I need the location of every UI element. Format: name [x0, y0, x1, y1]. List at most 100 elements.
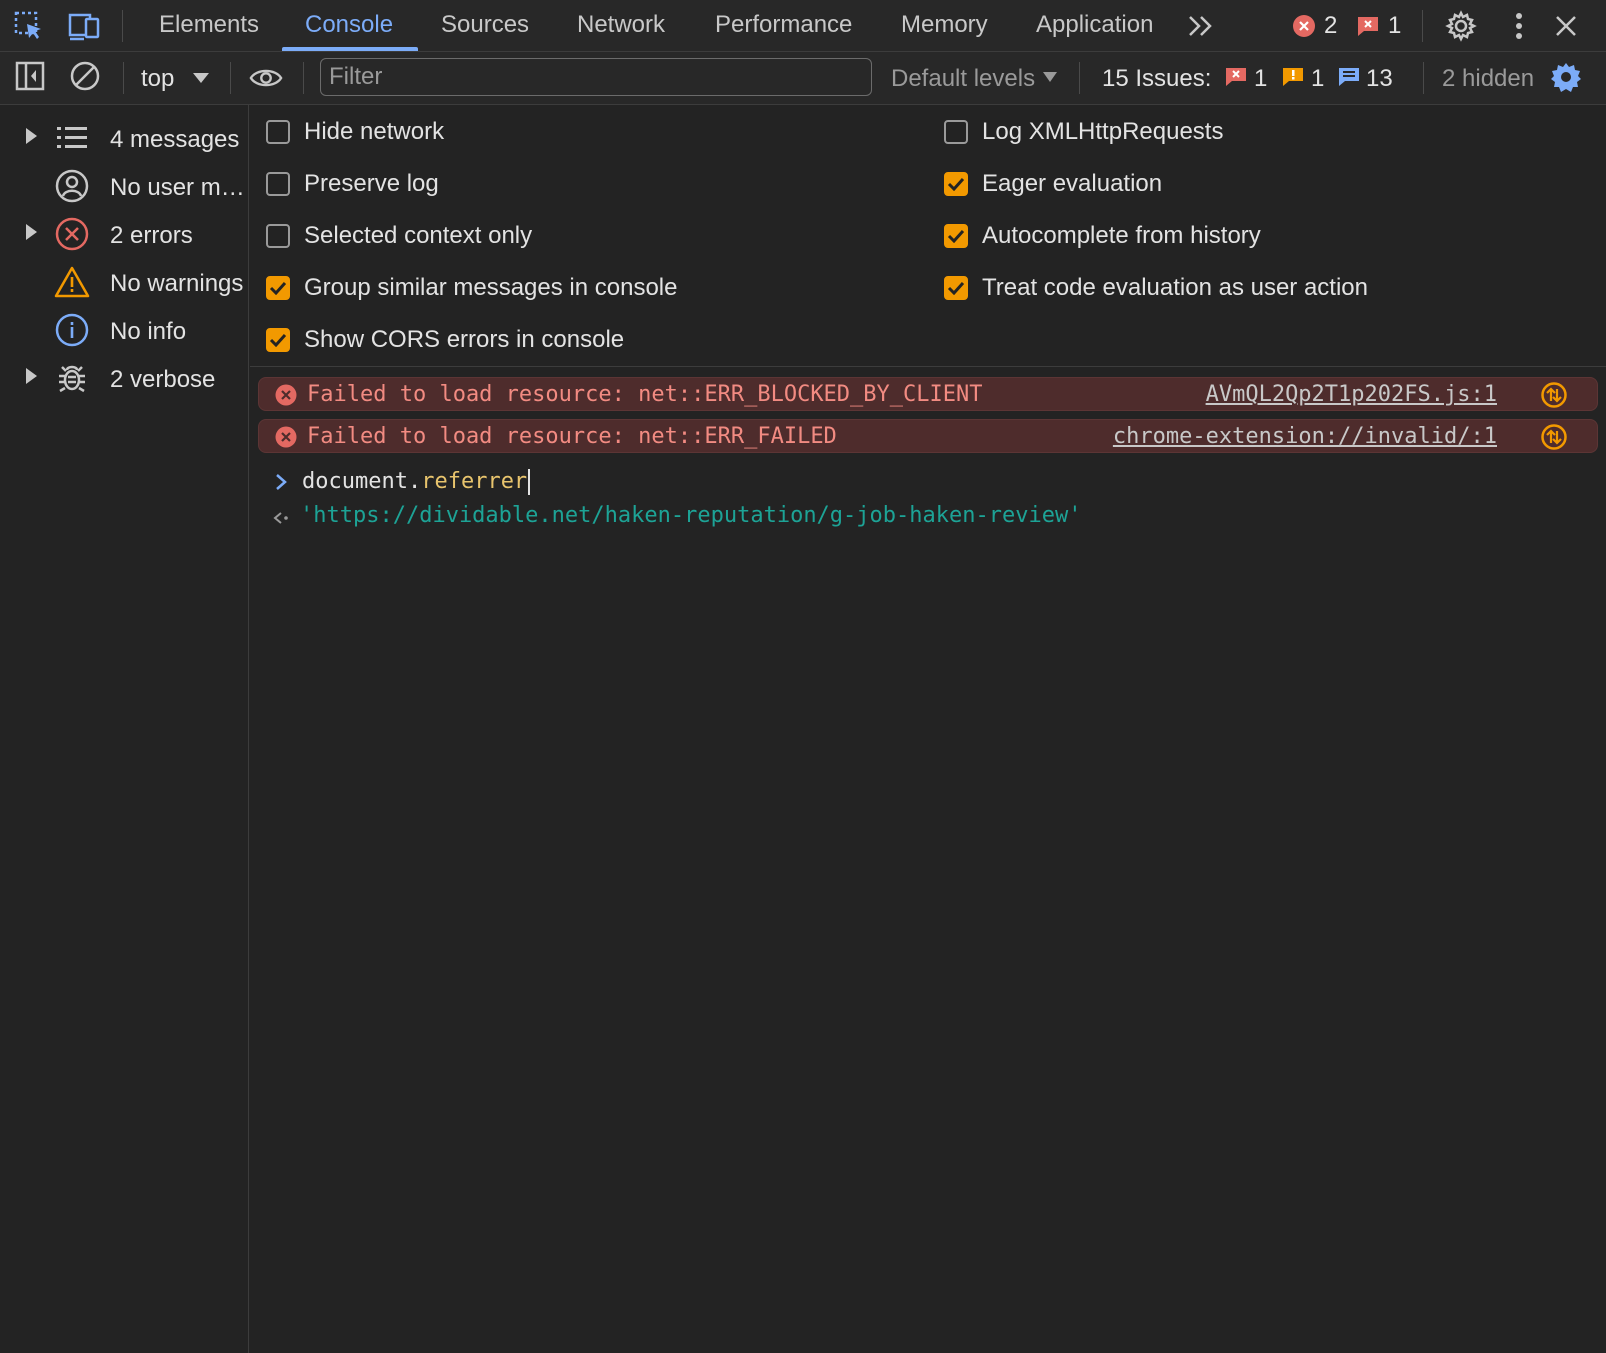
list-icon: [54, 120, 90, 156]
live-expression-eye-icon[interactable]: [249, 61, 283, 95]
tab-memory[interactable]: Memory: [901, 0, 988, 52]
checkmark-icon: [269, 333, 287, 347]
issues-warning-count[interactable]: 1: [1311, 65, 1324, 93]
issues-error-count[interactable]: 1: [1254, 65, 1267, 93]
network-request-icon[interactable]: [1541, 382, 1567, 408]
issue-error-icon[interactable]: [1223, 60, 1249, 94]
sidebar-item-warnings[interactable]: No warnings: [0, 260, 248, 304]
prompt-chevron-icon: [276, 474, 287, 490]
sidebar-item-verbose[interactable]: 2 verbose: [0, 356, 248, 400]
sidebar-item-label: 2 verbose: [110, 366, 216, 393]
option-autocomplete-history[interactable]: Autocomplete from history: [944, 219, 1261, 253]
error-count[interactable]: 2: [1324, 12, 1337, 40]
checkbox[interactable]: [944, 120, 968, 144]
checkbox[interactable]: [266, 120, 290, 144]
sidebar-item-messages[interactable]: 4 messages: [0, 116, 248, 160]
settings-gear-icon[interactable]: [1444, 9, 1478, 43]
option-hide-network[interactable]: Hide network: [266, 115, 444, 149]
console-settings-panel: Hide network Preserve log Selected conte…: [250, 105, 1606, 367]
tab-network[interactable]: Network: [577, 0, 665, 52]
option-label: Preserve log: [304, 170, 439, 197]
sidebar-item-label: 4 messages: [110, 126, 240, 153]
expand-arrow-icon[interactable]: [26, 128, 37, 144]
clear-console-icon[interactable]: [68, 59, 102, 93]
issue-warning-icon[interactable]: [1280, 60, 1306, 94]
tab-sources[interactable]: Sources: [441, 0, 529, 52]
issue-count-icon[interactable]: [1354, 9, 1382, 43]
sidebar-item-label: No user messages: [110, 174, 246, 201]
option-log-xmlhttprequests[interactable]: Log XMLHttpRequests: [944, 115, 1223, 149]
chevron-down-icon[interactable]: [186, 61, 216, 95]
sidebar-item-label: No warnings: [110, 270, 244, 297]
error-icon: [275, 384, 297, 406]
option-selected-context-only[interactable]: Selected context only: [266, 219, 532, 253]
checkbox[interactable]: [266, 172, 290, 196]
close-icon[interactable]: [1549, 9, 1583, 43]
option-label: Autocomplete from history: [982, 222, 1261, 249]
option-show-cors-errors[interactable]: Show CORS errors in console: [266, 323, 624, 357]
more-options-icon[interactable]: [1502, 9, 1536, 43]
option-treat-evaluation-user-action[interactable]: Treat code evaluation as user action: [944, 271, 1368, 305]
console-error-message[interactable]: Failed to load resource: net::ERR_BLOCKE…: [258, 377, 1598, 411]
console-settings-gear-icon[interactable]: [1549, 60, 1583, 94]
devtools-tabbar: Elements Console Sources Network Perform…: [0, 0, 1606, 52]
filter-input[interactable]: [320, 58, 872, 96]
checkbox-checked[interactable]: [944, 172, 968, 196]
issues-info-count[interactable]: 13: [1366, 65, 1393, 93]
inspect-element-icon[interactable]: [12, 9, 46, 43]
hidden-count: 2 hidden: [1442, 65, 1535, 92]
checkbox-checked[interactable]: [266, 276, 290, 300]
tab-elements[interactable]: Elements: [159, 0, 259, 52]
info-icon: [54, 312, 90, 348]
option-label: Hide network: [304, 118, 445, 145]
sidebar-item-errors[interactable]: 2 errors: [0, 212, 248, 256]
option-eager-evaluation[interactable]: Eager evaluation: [944, 167, 1162, 201]
error-message-text: Failed to load resource: net::ERR_FAILED: [307, 424, 837, 449]
separator: [122, 10, 123, 42]
option-label: Selected context only: [304, 222, 533, 249]
sidebar-toggle-icon[interactable]: [13, 59, 47, 93]
option-group-similar[interactable]: Group similar messages in console: [266, 271, 678, 305]
input-object: document.: [302, 469, 422, 494]
console-input[interactable]: document.referrer: [302, 469, 531, 495]
error-count-icon[interactable]: [1290, 9, 1318, 43]
error-icon: [275, 426, 297, 448]
option-label: Eager evaluation: [982, 170, 1163, 197]
context-selector[interactable]: top: [141, 65, 174, 93]
expand-arrow-icon[interactable]: [26, 368, 37, 384]
device-toolbar-icon[interactable]: [68, 9, 102, 43]
checkmark-icon: [947, 281, 965, 295]
console-error-message[interactable]: Failed to load resource: net::ERR_FAILED…: [258, 419, 1598, 453]
warning-icon: [54, 264, 90, 300]
checkbox[interactable]: [266, 224, 290, 248]
option-preserve-log[interactable]: Preserve log: [266, 167, 439, 201]
tab-application[interactable]: Application: [1036, 0, 1153, 52]
tab-console[interactable]: Console: [305, 0, 393, 52]
error-message-text: Failed to load resource: net::ERR_BLOCKE…: [307, 382, 983, 407]
more-tabs-icon[interactable]: [1184, 9, 1218, 43]
console-sidebar: 4 messages No user messages 2 errors: [0, 105, 249, 1353]
source-link[interactable]: AVmQL2Qp2T1p202FS.js:1: [1206, 382, 1497, 407]
default-levels-dropdown[interactable]: Default levels: [891, 65, 1035, 93]
checkbox-checked[interactable]: [266, 328, 290, 352]
input-property: referrer: [421, 469, 528, 494]
result-arrow-icon: [273, 512, 288, 524]
console-toolbar: top Default levels 15 Issues: 1 1 13: [0, 52, 1606, 105]
bug-icon: [54, 360, 90, 396]
tab-performance[interactable]: Performance: [715, 0, 852, 52]
separator: [230, 62, 231, 94]
expand-arrow-icon[interactable]: [26, 224, 37, 240]
issue-count[interactable]: 1: [1388, 12, 1401, 40]
checkmark-icon: [947, 229, 965, 243]
checkbox-checked[interactable]: [944, 224, 968, 248]
issues-label[interactable]: 15 Issues:: [1102, 65, 1211, 93]
sidebar-item-user-messages[interactable]: No user messages: [0, 164, 248, 208]
sidebar-item-info[interactable]: No info: [0, 308, 248, 352]
levels-chevron-down-icon[interactable]: [1040, 60, 1060, 94]
network-request-icon[interactable]: [1541, 424, 1567, 450]
option-label: Group similar messages in console: [304, 274, 678, 301]
error-icon: [54, 216, 90, 252]
issue-info-icon[interactable]: [1336, 60, 1362, 94]
checkbox-checked[interactable]: [944, 276, 968, 300]
source-link[interactable]: chrome-extension://invalid/:1: [1113, 424, 1497, 449]
